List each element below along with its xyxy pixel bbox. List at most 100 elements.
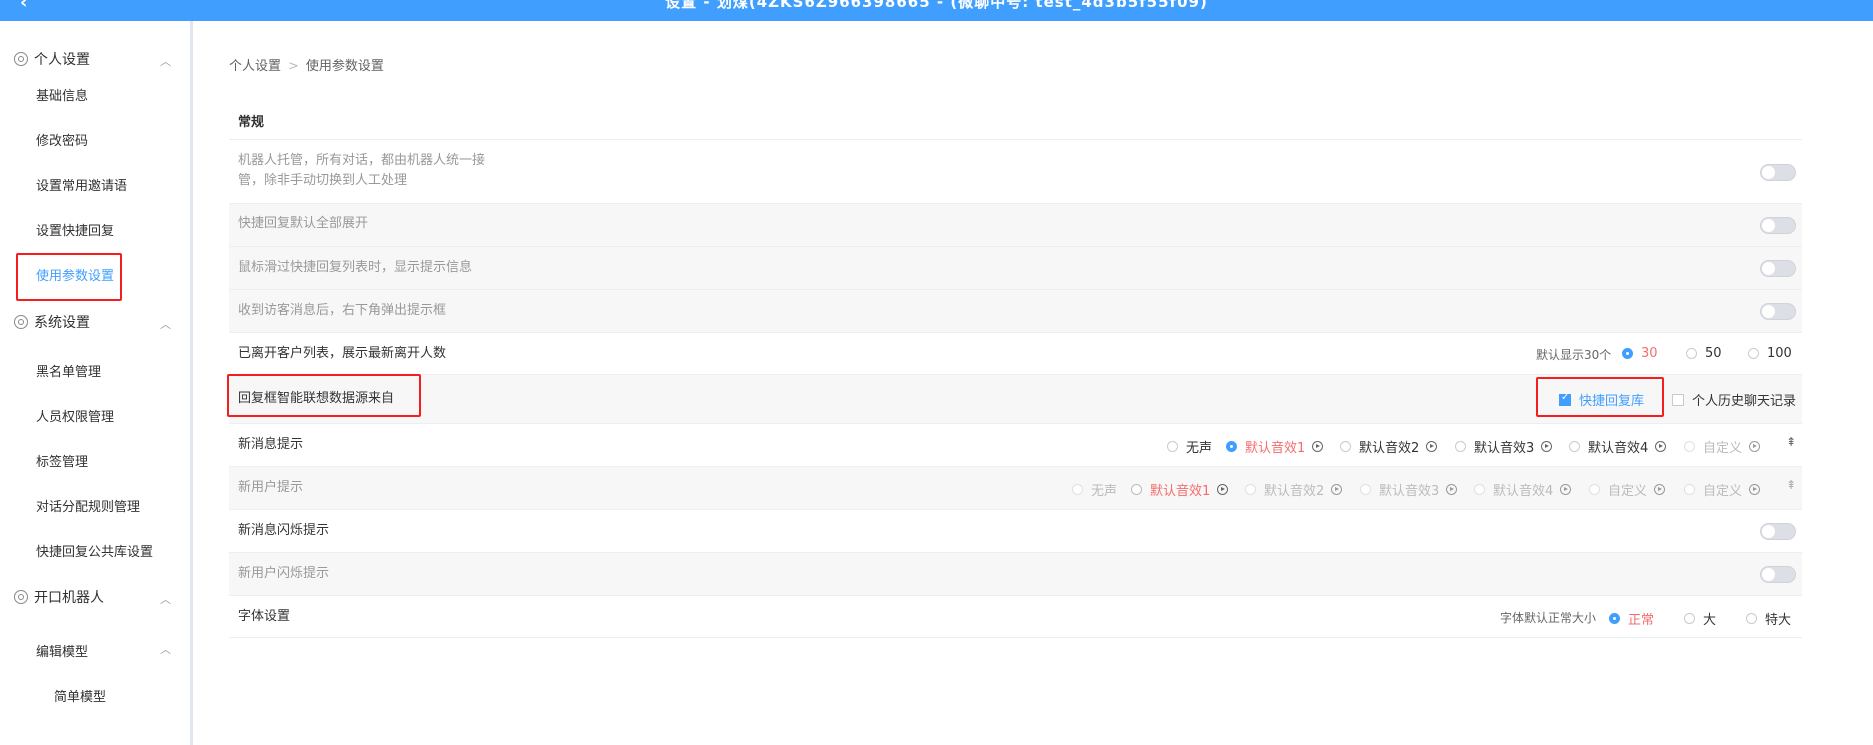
play-icon[interactable] (1331, 484, 1343, 495)
radio-icon (1686, 348, 1697, 359)
setting-row-user-flash: 新用户闪烁提示 (229, 552, 1802, 595)
radio-icon (1746, 613, 1757, 624)
popup-toggle[interactable] (1760, 303, 1796, 320)
chevron-up-icon[interactable]: ︿ (160, 316, 171, 332)
new-user-option-custom[interactable]: 自定义 (1589, 480, 1666, 499)
setting-label: 机器人托管，所有对话，都由机器人统一接 管，除非手动切换到人工处理 (238, 153, 486, 188)
radio-icon (1360, 484, 1371, 495)
radio-icon (1589, 484, 1600, 495)
setting-row-new-user: 新用户提示 无声 默认音效1 默认音效2 默认音效3 默认音效4 自定义 自定义… (229, 466, 1802, 509)
play-icon[interactable] (1312, 441, 1324, 452)
setting-row-popup: 收到访客消息后，右下角弹出提示框 (229, 289, 1802, 332)
setting-row-quick-expand: 快捷回复默认全部展开 (229, 203, 1802, 246)
new-msg-option-sound4[interactable]: 默认音效4 (1569, 437, 1667, 456)
chevron-up-icon[interactable]: ︿ (160, 591, 171, 607)
radio-icon (1609, 613, 1620, 624)
setting-label: 鼠标滑过快捷回复列表时，显示提示信息 (238, 260, 473, 275)
play-icon[interactable] (1749, 441, 1761, 452)
sidebar-item-change-password[interactable]: 修改密码 (36, 130, 88, 149)
quick-expand-toggle[interactable] (1760, 217, 1796, 234)
sidebar-group-label: 开口机器人 (34, 590, 104, 606)
setting-row-hover-tip: 鼠标滑过快捷回复列表时，显示提示信息 (229, 246, 1802, 289)
radio-icon (1684, 613, 1695, 624)
font-option-xlarge[interactable]: 特大 (1746, 609, 1791, 628)
radio-icon (1474, 484, 1485, 495)
play-icon[interactable] (1446, 484, 1458, 495)
upload-icon[interactable]: ⇞ (1786, 478, 1796, 492)
sidebar-item-blacklist[interactable]: 黑名单管理 (36, 361, 101, 380)
gear-icon (14, 52, 28, 66)
new-msg-option-sound1[interactable]: 默认音效1 (1226, 437, 1324, 456)
radio-icon (1748, 348, 1759, 359)
new-msg-option-silent[interactable]: 无声 (1167, 437, 1212, 456)
user-flash-toggle[interactable] (1760, 566, 1796, 583)
new-msg-option-sound3[interactable]: 默认音效3 (1455, 437, 1553, 456)
setting-row-left-count: 已离开客户列表，展示最新离开人数 默认显示30个 30 50 100 (229, 332, 1802, 374)
msg-flash-toggle[interactable] (1760, 523, 1796, 540)
new-user-option-sound2[interactable]: 默认音效2 (1245, 480, 1343, 499)
new-user-option-sound4[interactable]: 默认音效4 (1474, 480, 1572, 499)
font-hint: 字体默认正常大小 (1500, 611, 1597, 625)
left-count-option-50[interactable]: 50 (1686, 346, 1722, 361)
setting-row-robot: 机器人托管，所有对话，都由机器人统一接 管，除非手动切换到人工处理 (229, 139, 1802, 203)
new-user-option-silent[interactable]: 无声 (1072, 480, 1117, 499)
section-title: 常规 (238, 115, 265, 130)
robot-toggle[interactable] (1760, 164, 1796, 181)
play-icon[interactable] (1560, 484, 1572, 495)
sidebar-item-edit-model[interactable]: 编辑模型 (36, 641, 88, 660)
checkbox-icon (1672, 393, 1684, 406)
radio-icon (1245, 484, 1256, 495)
setting-row-msg-flash: 新消息闪烁提示 (229, 509, 1802, 552)
robot-icon (14, 590, 28, 604)
assoc-option-history[interactable]: 个人历史聊天记录 (1672, 390, 1796, 409)
radio-icon (1226, 441, 1237, 452)
new-user-option-sound1[interactable]: 默认音效1 (1131, 480, 1229, 499)
breadcrumb-current: 使用参数设置 (305, 59, 384, 74)
chevron-up-icon[interactable]: ︿ (160, 641, 171, 657)
sidebar-item-basic-info[interactable]: 基础信息 (36, 85, 88, 104)
sidebar-item-tags[interactable]: 标签管理 (36, 451, 88, 470)
sidebar-group-label: 个人设置 (34, 52, 90, 68)
breadcrumb-separator: > (288, 59, 299, 74)
play-icon[interactable] (1654, 484, 1666, 495)
chevron-up-icon[interactable]: ︿ (160, 53, 171, 69)
sidebar-item-permissions[interactable]: 人员权限管理 (36, 406, 114, 425)
new-msg-option-sound2[interactable]: 默认音效2 (1340, 437, 1438, 456)
sidebar-group-system[interactable]: 系统设置 (14, 311, 90, 333)
font-option-normal[interactable]: 正常 (1609, 609, 1654, 628)
setting-label: 已离开客户列表，展示最新离开人数 (238, 346, 447, 361)
play-icon[interactable] (1217, 484, 1229, 495)
play-icon[interactable] (1541, 441, 1553, 452)
play-icon[interactable] (1749, 484, 1761, 495)
settings-wheel-icon (14, 315, 28, 329)
play-icon[interactable] (1426, 441, 1438, 452)
sidebar-group-robot[interactable]: 开口机器人 (14, 586, 104, 608)
font-option-large[interactable]: 大 (1684, 609, 1716, 628)
sidebar-item-public-quick-reply[interactable]: 快捷回复公共库设置 (36, 541, 153, 560)
hover-tip-toggle[interactable] (1760, 260, 1796, 277)
new-user-option-custom-2[interactable]: 自定义 (1684, 480, 1761, 499)
setting-label: 新消息闪烁提示 (238, 523, 330, 538)
setting-label: 收到访客消息后，右下角弹出提示框 (238, 303, 447, 318)
sidebar-item-simple-model[interactable]: 简单模型 (54, 686, 106, 705)
sidebar-item-quick-reply[interactable]: 设置快捷回复 (36, 220, 114, 239)
breadcrumb-root[interactable]: 个人设置 (229, 59, 281, 74)
upload-icon[interactable]: ⇞ (1786, 435, 1796, 449)
radio-icon (1684, 484, 1695, 495)
sidebar-group-personal[interactable]: 个人设置 (14, 48, 90, 70)
radio-icon (1131, 484, 1142, 495)
left-count-option-30[interactable]: 30 (1622, 346, 1658, 361)
play-icon[interactable] (1655, 441, 1667, 452)
new-user-option-sound3[interactable]: 默认音效3 (1360, 480, 1458, 499)
highlight-box (1536, 377, 1664, 417)
setting-row-new-msg: 新消息提示 无声 默认音效1 默认音效2 默认音效3 默认音效4 自定义 ⇞ (229, 423, 1802, 466)
radio-icon (1569, 441, 1580, 452)
new-msg-option-custom[interactable]: 自定义 (1684, 437, 1761, 456)
highlight-box (16, 253, 122, 301)
left-count-option-100[interactable]: 100 (1748, 346, 1792, 361)
radio-icon (1622, 348, 1633, 359)
sidebar-group-label: 系统设置 (34, 315, 90, 331)
sidebar-item-invite-phrase[interactable]: 设置常用邀请语 (36, 175, 127, 194)
sidebar-item-dispatch-rules[interactable]: 对话分配规则管理 (36, 496, 140, 515)
setting-label: 新用户闪烁提示 (238, 566, 330, 581)
